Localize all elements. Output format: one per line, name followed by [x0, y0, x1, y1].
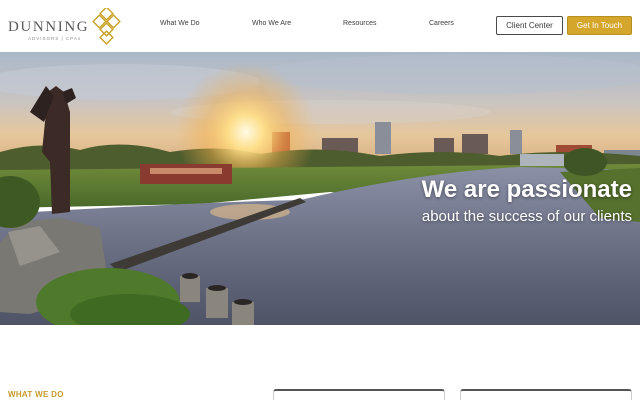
nav-careers[interactable]: Careers	[429, 20, 454, 27]
site-header: DUNNING ADVISORS | CPAs What We Do Who W…	[0, 0, 640, 52]
hero-subheadline: about the success of our clients	[421, 208, 632, 225]
dunning-logo[interactable]: DUNNING ADVISORS | CPAs	[6, 8, 121, 46]
what-we-do-heading: WHAT WE DO	[8, 390, 64, 399]
hero-banner: We are passionate about the success of o…	[0, 52, 640, 325]
logo-tagline: ADVISORS | CPAs	[28, 36, 82, 41]
service-card[interactable]	[460, 389, 632, 400]
client-center-button[interactable]: Client Center	[496, 16, 563, 35]
nav-who-we-are[interactable]: Who We Are	[252, 20, 291, 27]
logo-wordmark: DUNNING	[8, 19, 90, 35]
nav-what-we-do[interactable]: What We Do	[160, 20, 200, 27]
get-in-touch-button[interactable]: Get In Touch	[567, 16, 632, 35]
hero-headline: We are passionate	[421, 176, 632, 203]
diamond-logo-icon	[92, 8, 121, 45]
nav-resources[interactable]: Resources	[343, 20, 376, 27]
service-card[interactable]	[273, 389, 445, 400]
